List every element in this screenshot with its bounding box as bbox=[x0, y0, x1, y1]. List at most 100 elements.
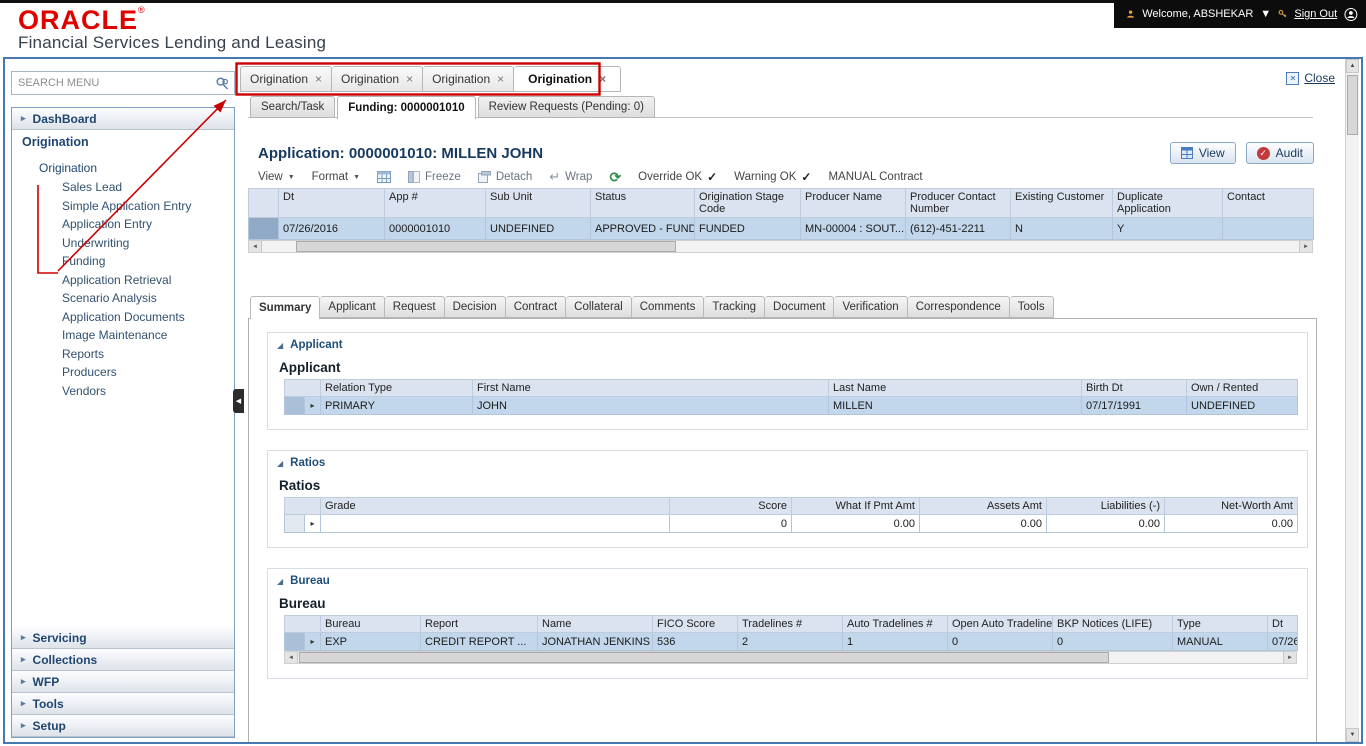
tab-close-icon[interactable]: × bbox=[406, 73, 413, 85]
window-tab-origination-1[interactable]: Origination × bbox=[240, 66, 333, 92]
col-score[interactable]: Score bbox=[669, 497, 792, 515]
scroll-left-button[interactable]: ◄ bbox=[285, 652, 298, 663]
col-last-name[interactable]: Last Name bbox=[828, 379, 1082, 397]
scroll-right-button[interactable]: ► bbox=[1299, 241, 1312, 252]
view-button[interactable]: View bbox=[1169, 142, 1236, 164]
sidebar-item-scenario-analysis[interactable]: Scenario Analysis bbox=[12, 289, 234, 308]
sidebar-item-dashboard[interactable]: ▸ DashBoard bbox=[12, 108, 234, 130]
tab-contract[interactable]: Contract bbox=[505, 296, 567, 318]
tab-correspondence[interactable]: Correspondence bbox=[907, 296, 1010, 318]
sidebar-section-origination[interactable]: Origination bbox=[12, 130, 234, 153]
toolbar-detach-button[interactable]: Detach bbox=[477, 171, 532, 183]
col-open-auto-tradelines[interactable]: Open Auto Tradelines # bbox=[947, 615, 1053, 633]
sidebar-item-collections[interactable]: ▸ Collections bbox=[12, 649, 234, 671]
sidebar-collapse-handle[interactable]: ◀ bbox=[233, 389, 244, 413]
row-gutter[interactable] bbox=[284, 396, 305, 415]
cell-fico-score[interactable]: 536 bbox=[652, 632, 738, 651]
toolbar-table-icon[interactable] bbox=[377, 171, 392, 183]
row-gutter[interactable] bbox=[284, 514, 305, 533]
sidebar-item-application-retrieval[interactable]: Application Retrieval bbox=[12, 271, 234, 290]
sidebar-item-wfp[interactable]: ▸ WFP bbox=[12, 671, 234, 693]
main-vertical-scrollbar[interactable]: ▲ ▼ bbox=[1345, 59, 1359, 742]
grid-horizontal-scrollbar[interactable]: ◄ ► bbox=[248, 240, 1313, 253]
cell-sub-unit[interactable]: UNDEFINED bbox=[485, 217, 591, 240]
col-name[interactable]: Name bbox=[537, 615, 653, 633]
cell-auto-tradelines[interactable]: 1 bbox=[842, 632, 948, 651]
sidebar-item-funding[interactable]: Funding bbox=[12, 252, 234, 271]
cell-own-rented[interactable]: UNDEFINED bbox=[1186, 396, 1298, 415]
row-expand-icon[interactable]: ▸ bbox=[304, 396, 321, 415]
tab-tracking[interactable]: Tracking bbox=[704, 296, 766, 318]
toolbar-refresh-button[interactable]: ⟳ bbox=[609, 169, 621, 186]
cell-app-number[interactable]: 0000001010 bbox=[384, 217, 486, 240]
window-tab-origination-2[interactable]: Origination × bbox=[332, 66, 424, 92]
bureau-section-header[interactable]: ◢ Bureau bbox=[268, 569, 1307, 587]
sidebar-item-producers[interactable]: Producers bbox=[12, 363, 234, 382]
col-dt[interactable]: Dt bbox=[1267, 615, 1298, 633]
cell-origination-stage-code[interactable]: FUNDED bbox=[694, 217, 801, 240]
sidebar-item-tools[interactable]: ▸ Tools bbox=[12, 693, 234, 715]
col-dt[interactable]: Dt bbox=[278, 188, 385, 218]
cell-dt[interactable]: 07/26 bbox=[1267, 632, 1298, 651]
cell-liabilities[interactable]: 0.00 bbox=[1046, 514, 1165, 533]
col-grade[interactable]: Grade bbox=[320, 497, 670, 515]
tab-decision[interactable]: Decision bbox=[444, 296, 506, 318]
col-first-name[interactable]: First Name bbox=[472, 379, 829, 397]
cell-producer-contact-number[interactable]: (612)-451-2211 bbox=[905, 217, 1011, 240]
col-app-number[interactable]: App # bbox=[384, 188, 486, 218]
col-own-rented[interactable]: Own / Rented bbox=[1186, 379, 1298, 397]
cell-bkp-notices[interactable]: 0 bbox=[1052, 632, 1173, 651]
cell-name[interactable]: JONATHAN JENKINS bbox=[537, 632, 653, 651]
row-expand-icon[interactable]: ▸ bbox=[304, 632, 321, 651]
toolbar-wrap-button[interactable]: ↵ Wrap bbox=[549, 169, 592, 185]
cell-type[interactable]: MANUAL bbox=[1172, 632, 1268, 651]
col-relation-type[interactable]: Relation Type bbox=[320, 379, 473, 397]
tab-applicant[interactable]: Applicant bbox=[320, 296, 385, 318]
scroll-left-button[interactable]: ◄ bbox=[249, 241, 262, 252]
col-report[interactable]: Report bbox=[420, 615, 538, 633]
cell-status[interactable]: APPROVED - FUND... bbox=[590, 217, 695, 240]
tab-document[interactable]: Document bbox=[765, 296, 835, 318]
toolbar-view-menu[interactable]: View ▼ bbox=[258, 171, 295, 183]
scroll-up-button[interactable]: ▲ bbox=[1346, 59, 1359, 73]
search-icon[interactable] bbox=[215, 76, 230, 91]
sidebar-item-application-documents[interactable]: Application Documents bbox=[12, 308, 234, 327]
tab-close-icon[interactable]: × bbox=[497, 73, 504, 85]
col-assets-amt[interactable]: Assets Amt bbox=[919, 497, 1047, 515]
profile-badge-icon[interactable] bbox=[1344, 4, 1358, 25]
toolbar-format-menu[interactable]: Format ▼ bbox=[312, 171, 360, 183]
sidebar-item-application-entry[interactable]: Application Entry bbox=[12, 215, 234, 234]
tab-funding[interactable]: Funding: 0000001010 bbox=[337, 96, 476, 119]
cell-report[interactable]: CREDIT REPORT ... bbox=[420, 632, 538, 651]
col-origination-stage-code[interactable]: Origination Stage Code bbox=[694, 188, 801, 218]
col-bkp-notices[interactable]: BKP Notices (LIFE) bbox=[1052, 615, 1173, 633]
row-gutter[interactable] bbox=[284, 632, 305, 651]
cell-open-auto-tradelines[interactable]: 0 bbox=[947, 632, 1053, 651]
window-tab-origination-3[interactable]: Origination × bbox=[423, 66, 515, 92]
tab-comments[interactable]: Comments bbox=[631, 296, 705, 318]
ratios-section-header[interactable]: ◢ Ratios bbox=[268, 451, 1307, 469]
warning-ok-checkbox[interactable]: Warning OK ✓ bbox=[734, 170, 811, 184]
sidebar-item-image-maintenance[interactable]: Image Maintenance bbox=[12, 326, 234, 345]
col-sub-unit[interactable]: Sub Unit bbox=[485, 188, 591, 218]
col-duplicate-application[interactable]: Duplicate Application bbox=[1112, 188, 1223, 218]
audit-button[interactable]: ✓ Audit bbox=[1245, 142, 1314, 164]
bureau-row[interactable]: ▸ EXP CREDIT REPORT ... JONATHAN JENKINS… bbox=[284, 632, 1298, 651]
cell-contact[interactable] bbox=[1222, 217, 1314, 240]
scrollbar-thumb[interactable] bbox=[1347, 75, 1358, 135]
cell-existing-customer[interactable]: N bbox=[1010, 217, 1113, 240]
sidebar-item-simple-application-entry[interactable]: Simple Application Entry bbox=[12, 197, 234, 216]
col-type[interactable]: Type bbox=[1172, 615, 1268, 633]
col-auto-tradelines[interactable]: Auto Tradelines # bbox=[842, 615, 948, 633]
tab-request[interactable]: Request bbox=[384, 296, 445, 318]
sidebar-item-reports[interactable]: Reports bbox=[12, 345, 234, 364]
sign-out-link[interactable]: Sign Out bbox=[1294, 8, 1337, 20]
tree-node-origination[interactable]: Origination bbox=[12, 158, 234, 178]
tab-verification[interactable]: Verification bbox=[834, 296, 908, 318]
col-fico-score[interactable]: FICO Score bbox=[652, 615, 738, 633]
cell-what-if-pmt-amt[interactable]: 0.00 bbox=[791, 514, 920, 533]
window-tab-origination-4-active[interactable]: Origination × bbox=[514, 66, 622, 92]
toolbar-freeze-button[interactable]: Freeze bbox=[408, 171, 461, 183]
col-contact[interactable]: Contact bbox=[1222, 188, 1314, 218]
sidebar-item-setup[interactable]: ▸ Setup bbox=[12, 715, 234, 737]
